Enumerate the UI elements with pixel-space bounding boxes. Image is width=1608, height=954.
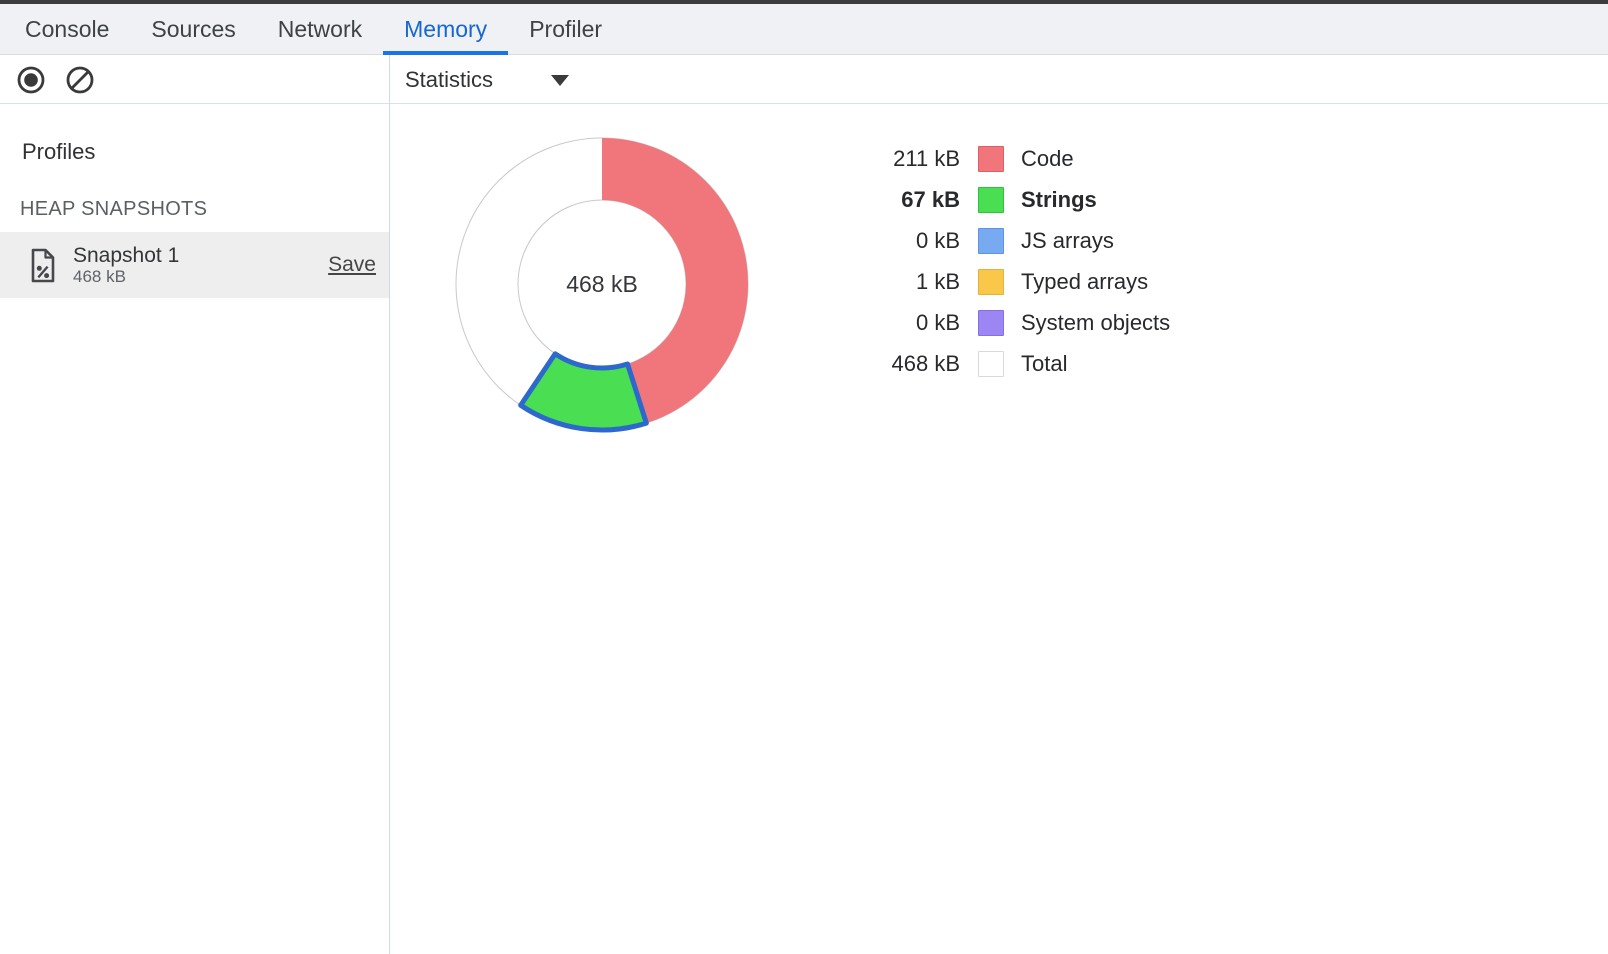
tab-network[interactable]: Network: [257, 4, 383, 55]
legend-value: 0 kB: [810, 310, 960, 336]
snapshot-list: Snapshot 1 468 kB Save: [0, 232, 389, 298]
clear-icon: [65, 65, 95, 95]
chevron-down-icon: [550, 73, 570, 87]
legend-value: 211 kB: [810, 146, 960, 172]
legend-value: 0 kB: [810, 228, 960, 254]
legend-value: 468 kB: [810, 351, 960, 377]
record-heap-snapshot-button[interactable]: [16, 65, 46, 95]
view-toolbar: Statistics: [390, 55, 1608, 104]
perspective-select-value: Statistics: [405, 67, 493, 93]
tab-memory[interactable]: Memory: [383, 4, 508, 55]
legend-value: 67 kB: [810, 187, 960, 213]
legend-swatch: [978, 187, 1004, 213]
legend-swatch: [978, 351, 1004, 377]
legend-label: Strings: [1021, 187, 1097, 213]
legend-swatch: [978, 310, 1004, 336]
devtools-tabbar: ConsoleSourcesNetworkMemoryProfiler: [0, 4, 1608, 55]
heap-snapshot-icon: [30, 248, 56, 283]
legend-label: Typed arrays: [1021, 269, 1148, 295]
legend-swatch: [978, 269, 1004, 295]
perspective-select[interactable]: Statistics: [405, 67, 570, 93]
heap-usage-donut-chart: 468 kB: [447, 129, 757, 439]
legend-label: JS arrays: [1021, 228, 1114, 254]
tab-profiler[interactable]: Profiler: [508, 4, 623, 55]
legend-label: Total: [1021, 351, 1067, 377]
profiles-sidebar: Profiles HEAP SNAPSHOTS Snapshot 1 468 k…: [0, 104, 390, 954]
tab-sources[interactable]: Sources: [130, 4, 256, 55]
record-icon: [16, 65, 46, 95]
profiles-toolbar: [0, 55, 390, 104]
tab-console[interactable]: Console: [4, 4, 130, 55]
legend-label: System objects: [1021, 310, 1170, 336]
panel-content: Profiles HEAP SNAPSHOTS Snapshot 1 468 k…: [0, 104, 1608, 954]
profiles-heading: Profiles: [22, 139, 389, 165]
legend-label: Code: [1021, 146, 1074, 172]
snapshot-list-item[interactable]: Snapshot 1 468 kB Save: [0, 232, 389, 298]
snapshot-title: Snapshot 1: [73, 244, 179, 267]
legend-row-typed-arrays[interactable]: 1 kB Typed arrays: [810, 261, 1170, 302]
save-snapshot-link[interactable]: Save: [328, 253, 376, 277]
legend-value: 1 kB: [810, 269, 960, 295]
panel-toolbar: Statistics: [0, 55, 1608, 104]
statistics-view: 468 kB 211 kB Code 67 kB Strings 0 kB JS…: [390, 104, 1608, 954]
heap-snapshots-section-heading: HEAP SNAPSHOTS: [20, 198, 389, 221]
legend-swatch: [978, 228, 1004, 254]
legend-row-code[interactable]: 211 kB Code: [810, 138, 1170, 179]
chart-legend: 211 kB Code 67 kB Strings 0 kB JS arrays…: [810, 138, 1170, 384]
clear-profiles-button[interactable]: [65, 65, 95, 95]
legend-row-strings[interactable]: 67 kB Strings: [810, 179, 1170, 220]
snapshot-size: 468 kB: [73, 268, 179, 286]
legend-row-system-objects[interactable]: 0 kB System objects: [810, 302, 1170, 343]
legend-swatch: [978, 146, 1004, 172]
legend-row-total[interactable]: 468 kB Total: [810, 343, 1170, 384]
legend-row-js-arrays[interactable]: 0 kB JS arrays: [810, 220, 1170, 261]
